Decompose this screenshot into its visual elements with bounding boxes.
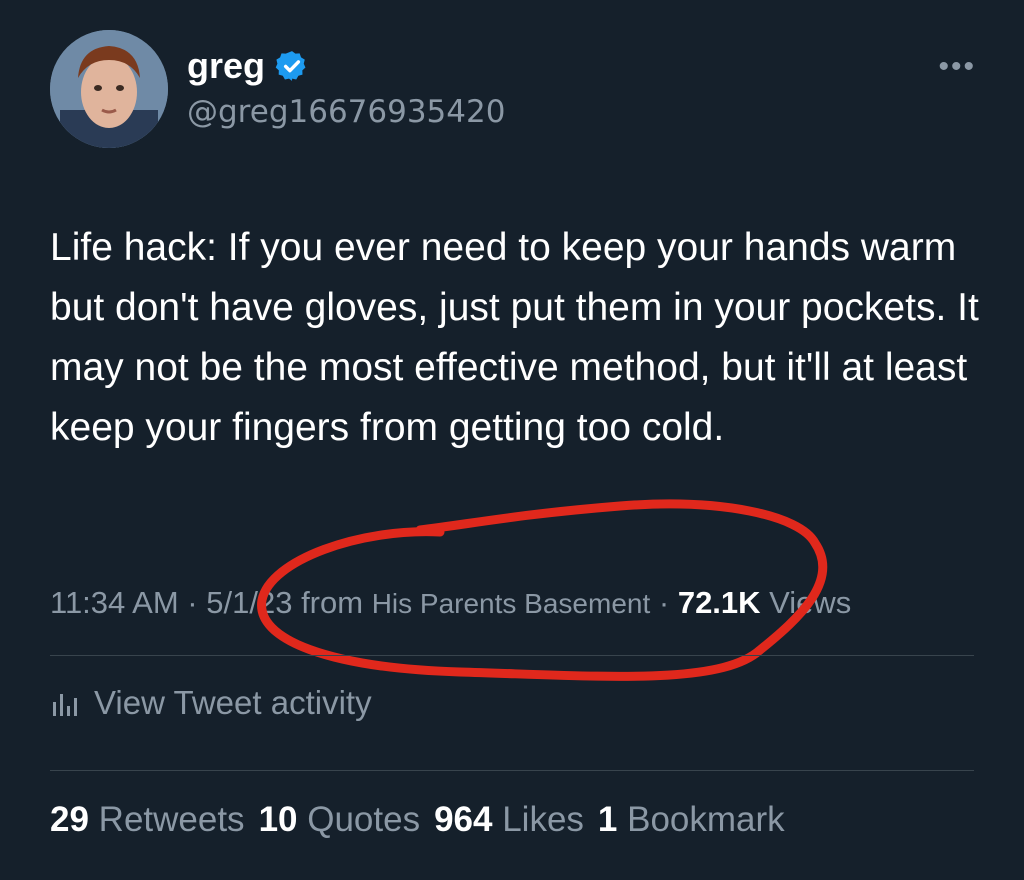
bookmarks-label: Bookmark bbox=[617, 800, 785, 839]
retweets-count: 29 bbox=[50, 800, 89, 839]
view-tweet-activity-button[interactable]: View Tweet activity bbox=[50, 684, 372, 722]
quotes-stat[interactable]: 10 Quotes bbox=[259, 800, 421, 839]
tweet-metadata: 11:34 AM · 5/1/23 from His Parents Basem… bbox=[50, 578, 1010, 629]
retweets-stat[interactable]: 29 Retweets bbox=[50, 800, 245, 839]
more-options-icon[interactable]: ••• bbox=[938, 50, 976, 84]
avatar[interactable] bbox=[50, 30, 168, 148]
analytics-bar-icon bbox=[53, 694, 77, 716]
avatar-portrait bbox=[50, 30, 168, 148]
verified-badge-icon[interactable] bbox=[275, 49, 309, 83]
tweet-source: His Parents Basement bbox=[371, 588, 651, 619]
author-handle[interactable]: @greg16676935420 bbox=[187, 94, 505, 130]
author-name-row[interactable]: greg bbox=[187, 44, 309, 88]
divider bbox=[50, 655, 974, 656]
divider bbox=[50, 770, 974, 771]
quotes-label: Quotes bbox=[297, 800, 421, 839]
tweet-time[interactable]: 11:34 AM bbox=[50, 585, 179, 620]
tweet-text: Life hack: If you ever need to keep your… bbox=[50, 226, 979, 449]
tweet-date[interactable]: 5/1/23 bbox=[206, 585, 292, 620]
likes-label: Likes bbox=[492, 800, 584, 839]
likes-count: 964 bbox=[434, 800, 493, 839]
meta-separator: · bbox=[178, 585, 207, 620]
bookmarks-count: 1 bbox=[597, 800, 618, 839]
bookmarks-stat[interactable]: 1 Bookmark bbox=[598, 800, 785, 839]
views-count: 72.1K bbox=[677, 585, 761, 620]
view-tweet-activity-label: View Tweet activity bbox=[94, 684, 372, 721]
quotes-count: 10 bbox=[258, 800, 298, 839]
from-label: from bbox=[292, 585, 372, 620]
author-name[interactable]: greg bbox=[187, 44, 265, 88]
meta-separator: · bbox=[650, 585, 678, 620]
views-label: Views bbox=[760, 585, 852, 620]
retweets-label: Retweets bbox=[88, 800, 245, 839]
engagement-stats: 29 Retweets 10 Quotes 964 Likes 1 Bookmark bbox=[50, 800, 799, 840]
likes-stat[interactable]: 964 Likes bbox=[434, 800, 584, 839]
